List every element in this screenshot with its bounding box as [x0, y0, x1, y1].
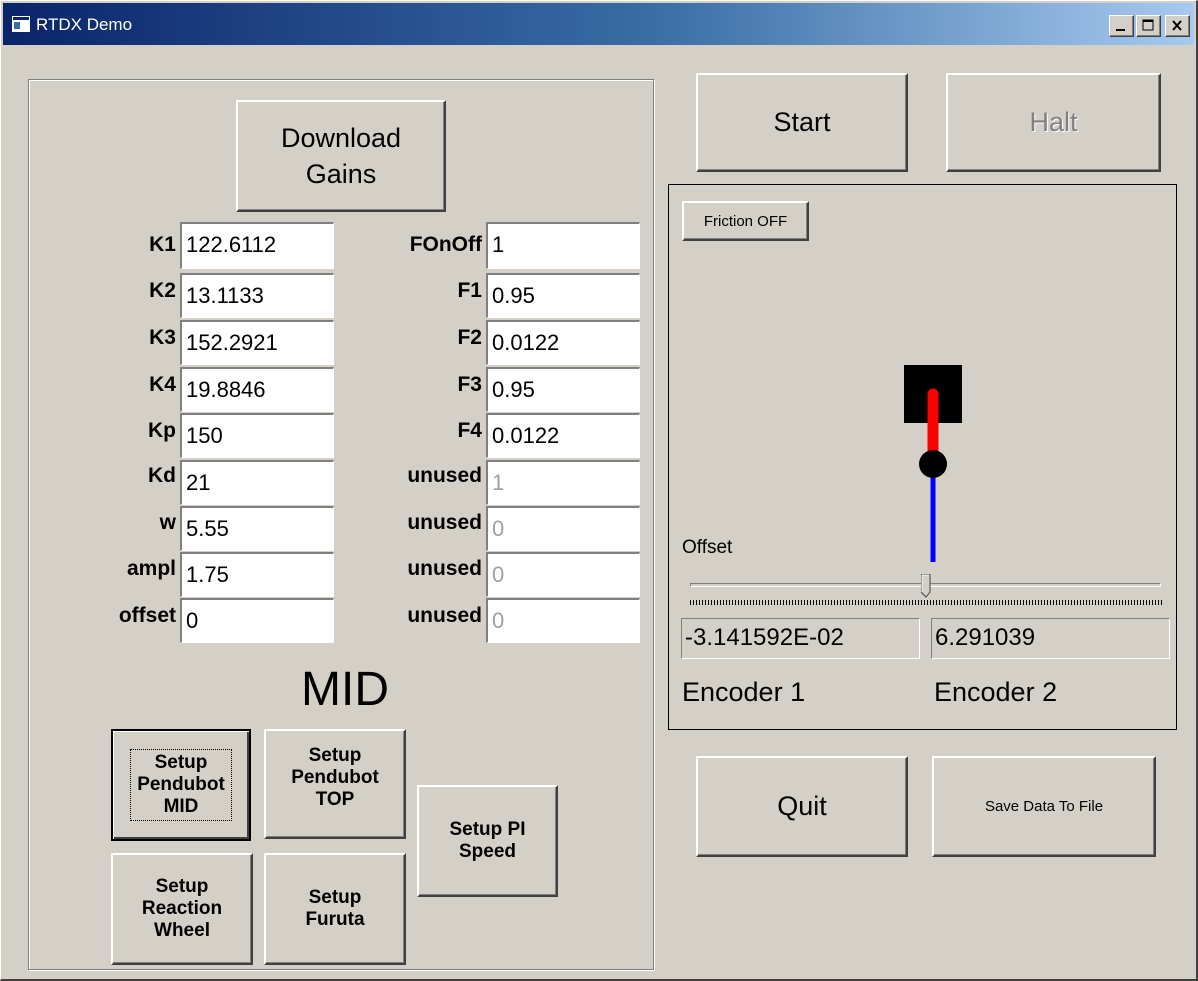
- save-data-button[interactable]: Save Data To File: [932, 756, 1156, 857]
- gain-label-offset: offset: [118, 604, 176, 627]
- gain-label-w: w: [159, 511, 176, 534]
- setup-mid-line1: Setup: [154, 752, 208, 773]
- gain-label-kp: Kp: [148, 419, 176, 442]
- setup-furuta-line2: Furuta: [305, 909, 365, 930]
- gain-field-unused-1: 1: [486, 460, 640, 505]
- title-bar[interactable]: [3, 3, 1194, 45]
- download-label-line1: Download: [280, 123, 402, 153]
- encoder1-readout: -3.141592E-02: [681, 618, 920, 659]
- setup-mid-line3: MID: [163, 796, 199, 817]
- offset-slider-ticks: [690, 600, 1162, 605]
- setup-rw-line2: Reaction: [141, 898, 223, 919]
- start-button[interactable]: Start: [696, 73, 908, 172]
- setup-furuta-line1: Setup: [308, 887, 362, 908]
- setup-pi-line1: Setup PI: [449, 819, 526, 840]
- gain-label-unused-2: unused: [407, 511, 482, 534]
- close-icon: [1172, 20, 1182, 31]
- gain-field-unused-4: 0: [486, 598, 640, 643]
- setup-pendubot-top-button[interactable]: Setup Pendubot TOP: [264, 729, 406, 839]
- gain-label-k1: K1: [149, 233, 176, 256]
- gain-field-offset[interactable]: 0: [180, 598, 334, 643]
- gain-field-kd[interactable]: 21: [180, 460, 334, 505]
- focus-rect: Setup Pendubot MID: [130, 749, 232, 821]
- gain-field-k1[interactable]: 122.6112: [180, 222, 334, 269]
- gain-label-k4: K4: [149, 373, 176, 396]
- setup-furuta-button[interactable]: Setup Furuta: [264, 853, 406, 965]
- encoder1-label: Encoder 1: [682, 677, 806, 707]
- gain-field-f2[interactable]: 0.0122: [486, 320, 640, 365]
- gain-label-fonoff: FOnOff: [409, 233, 482, 256]
- gain-label-unused-1: unused: [407, 464, 482, 487]
- gain-label-ampl: ampl: [126, 557, 176, 580]
- maximize-icon: [1142, 19, 1154, 31]
- quit-button[interactable]: Quit: [696, 756, 908, 857]
- gain-field-fonoff[interactable]: 1: [486, 222, 640, 269]
- gain-field-k4[interactable]: 19.8846: [180, 367, 334, 412]
- gain-field-f1[interactable]: 0.95: [486, 273, 640, 318]
- gain-label-f3: F3: [457, 373, 482, 396]
- setup-rw-line1: Setup: [155, 876, 209, 897]
- offset-label: Offset: [682, 537, 733, 558]
- encoder2-label: Encoder 2: [934, 677, 1058, 707]
- gain-field-kp[interactable]: 150: [180, 413, 334, 458]
- gain-field-f3[interactable]: 0.95: [486, 367, 640, 412]
- gain-field-unused-2: 0: [486, 506, 640, 551]
- setup-reaction-wheel-button[interactable]: Setup Reaction Wheel: [111, 853, 253, 965]
- gain-field-k3[interactable]: 152.2921: [180, 320, 334, 365]
- offset-slider-thumb[interactable]: [920, 573, 931, 598]
- encoder2-readout: 6.291039: [931, 618, 1170, 659]
- setup-rw-line3: Wheel: [154, 920, 210, 941]
- gain-field-unused-3: 0: [486, 552, 640, 597]
- gain-field-w[interactable]: 5.55: [180, 506, 334, 551]
- setup-top-line1: Setup: [308, 745, 362, 766]
- gain-label-unused-3: unused: [407, 557, 482, 580]
- minimize-icon: [1116, 29, 1125, 31]
- halt-button: Halt: [946, 73, 1161, 172]
- setup-top-line3: TOP: [315, 789, 355, 810]
- mode-label: MID: [301, 663, 389, 716]
- download-gains-button[interactable]: Download Gains: [236, 100, 446, 212]
- gain-label-f1: F1: [457, 279, 482, 302]
- gain-label-k3: K3: [149, 326, 176, 349]
- gain-field-ampl[interactable]: 1.75: [180, 552, 334, 597]
- pendulum-drawing: [904, 365, 962, 562]
- download-label-line2: Gains: [305, 159, 377, 189]
- slider-thumb-icon: [920, 573, 930, 598]
- pendulum-joint: [919, 450, 947, 478]
- gain-field-f4[interactable]: 0.0122: [486, 413, 640, 458]
- close-button[interactable]: [1165, 15, 1190, 37]
- setup-mid-line2: Pendubot: [137, 774, 225, 795]
- setup-pi-line2: Speed: [458, 841, 517, 862]
- gain-label-f2: F2: [457, 326, 482, 349]
- gain-label-unused-4: unused: [407, 604, 482, 627]
- gain-field-k2[interactable]: 13.1133: [180, 273, 334, 318]
- gain-label-f4: F4: [457, 419, 482, 442]
- setup-pi-speed-button[interactable]: Setup PI Speed: [417, 785, 558, 897]
- gain-label-k2: K2: [149, 279, 176, 302]
- setup-top-line2: Pendubot: [291, 767, 379, 788]
- minimize-button[interactable]: [1109, 15, 1134, 37]
- friction-toggle-button[interactable]: Friction OFF: [682, 201, 809, 241]
- window-title: RTDX Demo: [36, 15, 133, 34]
- gain-label-kd: Kd: [148, 464, 176, 487]
- app-window-icon: [12, 16, 30, 32]
- setup-pendubot-mid-button[interactable]: Setup Pendubot MID: [111, 729, 251, 841]
- maximize-button[interactable]: [1136, 15, 1161, 37]
